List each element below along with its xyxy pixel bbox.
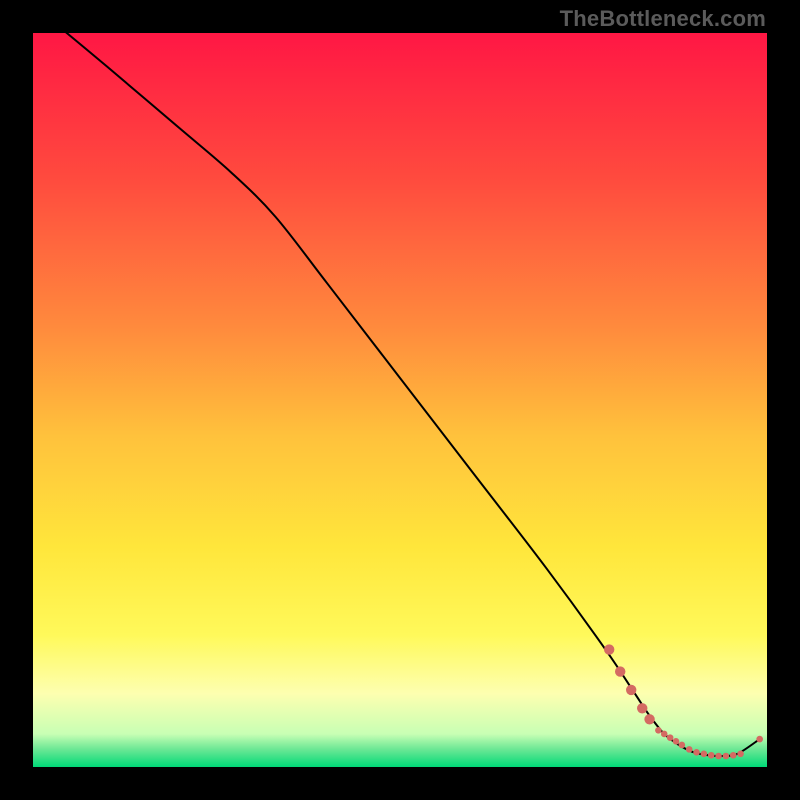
marker-dot	[667, 734, 674, 741]
marker-dot	[701, 750, 708, 757]
marker-dot	[693, 749, 700, 756]
marker-dot	[679, 742, 686, 749]
marker-dot	[637, 703, 647, 713]
watermark-text: TheBottleneck.com	[560, 6, 766, 32]
marker-dot	[655, 727, 662, 734]
marker-dot	[737, 750, 744, 757]
marker-dot	[626, 685, 636, 695]
marker-dot	[644, 714, 654, 724]
marker-dot	[686, 746, 693, 753]
chart-stage: TheBottleneck.com	[0, 0, 800, 800]
marker-dot	[723, 753, 730, 760]
marker-dot	[756, 736, 763, 743]
bottleneck-chart	[33, 33, 767, 767]
marker-dot	[673, 738, 680, 745]
marker-dot	[604, 644, 614, 654]
marker-dot	[715, 753, 722, 760]
marker-dot	[708, 752, 715, 759]
marker-dot	[661, 731, 668, 738]
marker-dot	[730, 752, 737, 759]
marker-dot	[615, 666, 625, 676]
plot-background	[33, 33, 767, 767]
